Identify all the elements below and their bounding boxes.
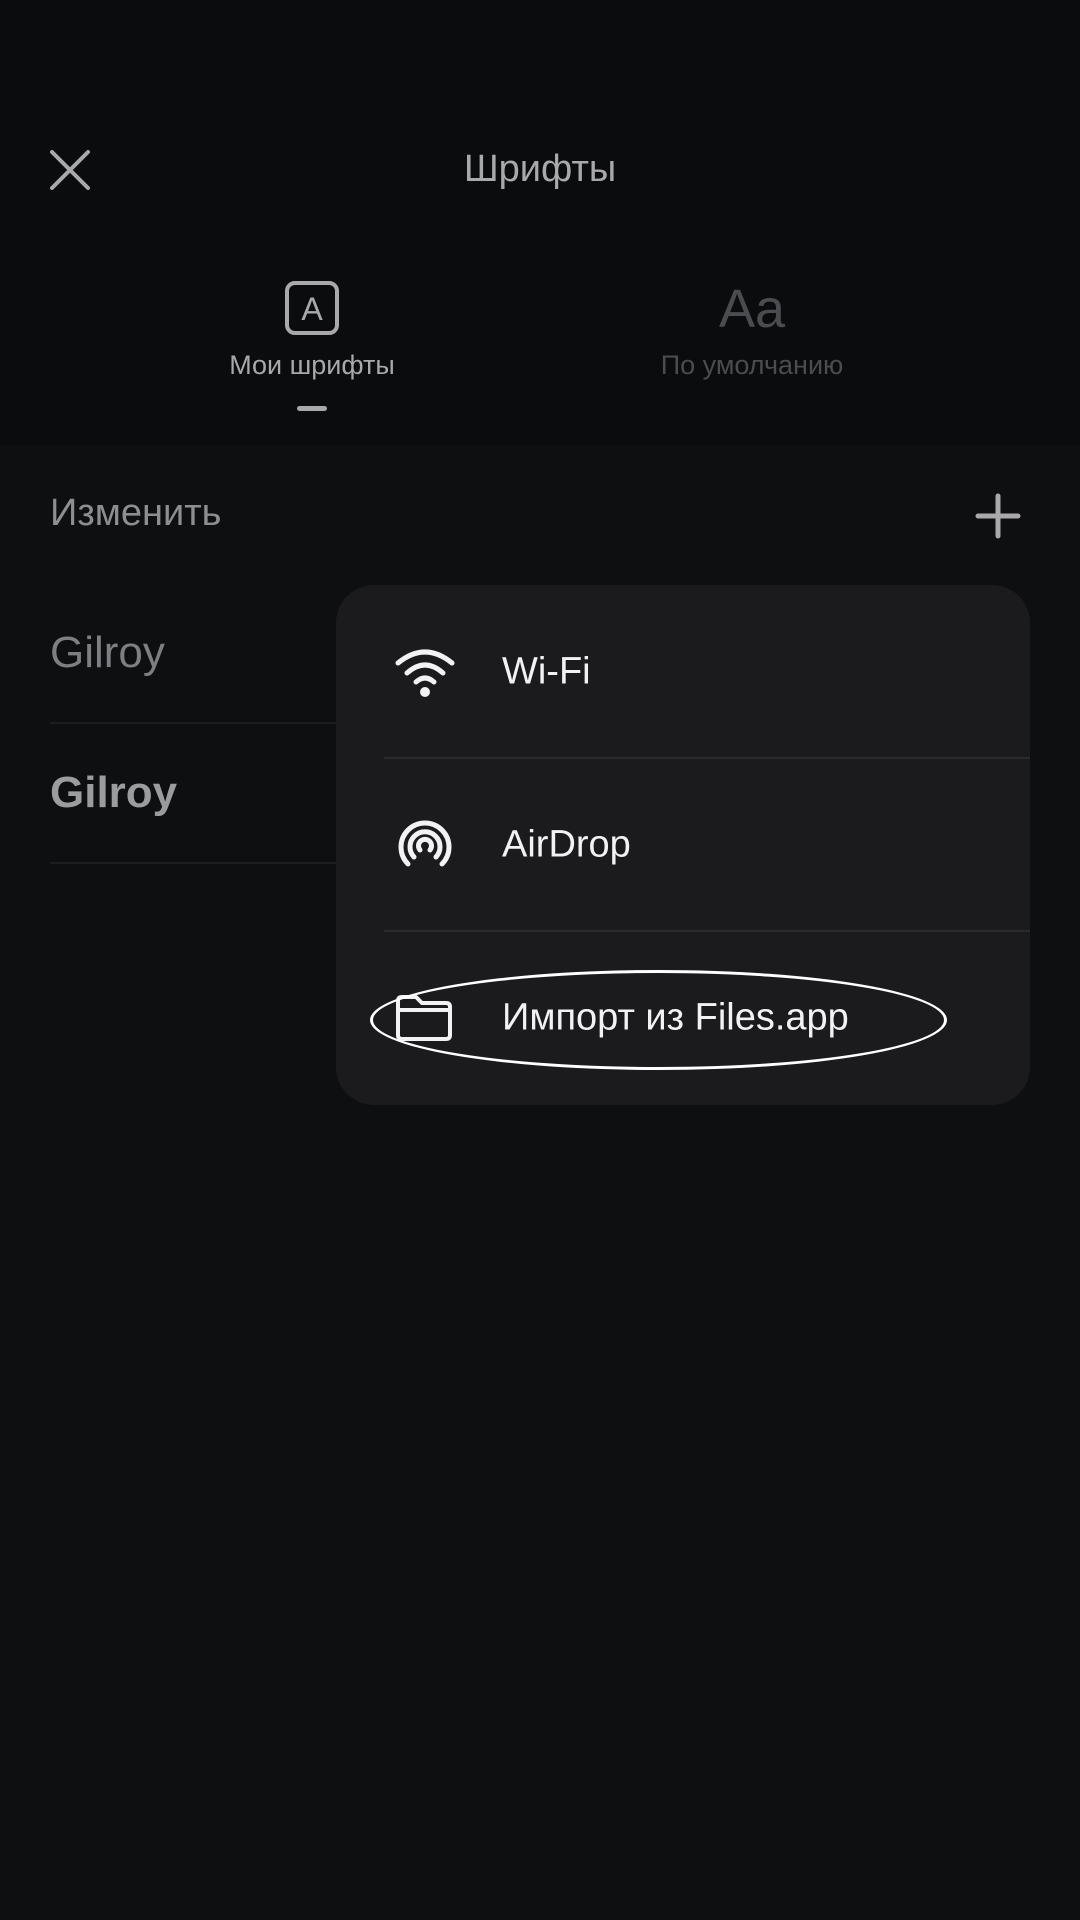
active-tab-indicator (297, 406, 327, 411)
folder-icon (396, 994, 452, 1041)
menu-item-label: Wi-Fi (502, 650, 591, 692)
menu-item-label: AirDrop (502, 823, 631, 865)
menu-item-wifi[interactable]: Wi-Fi (336, 585, 1030, 758)
menu-item-airdrop[interactable]: AirDrop (336, 758, 1030, 931)
fonts-screen: Шрифты A Мои шрифты Aa По умолчанию Изме… (0, 0, 1080, 1920)
page-title: Шрифты (463, 148, 617, 190)
wifi-icon (395, 649, 455, 697)
tab-default-fonts[interactable]: Aa По умолчанию (592, 280, 912, 420)
menu-item-import-files[interactable]: Импорт из Files.app (336, 931, 1030, 1104)
font-name: Gilroy (50, 628, 165, 677)
aa-icon: Aa (718, 279, 786, 339)
airdrop-icon (398, 820, 452, 866)
tab-label: Мои шрифты (229, 350, 395, 380)
plus-icon (975, 493, 1021, 539)
tab-my-fonts[interactable]: A Мои шрифты (152, 280, 472, 420)
add-font-button[interactable] (970, 488, 1026, 544)
tab-label: По умолчанию (660, 350, 844, 380)
edit-button[interactable]: Изменить (50, 492, 221, 535)
menu-item-label: Импорт из Files.app (502, 996, 849, 1038)
svg-text:A: A (301, 291, 323, 327)
font-name: Gilroy (50, 768, 178, 817)
a-box-icon: A (285, 281, 339, 335)
import-menu: Wi-Fi AirDrop Импорт из Files.app (336, 585, 1030, 1105)
header: Шрифты A Мои шрифты Aa По умолчанию (0, 0, 1080, 445)
